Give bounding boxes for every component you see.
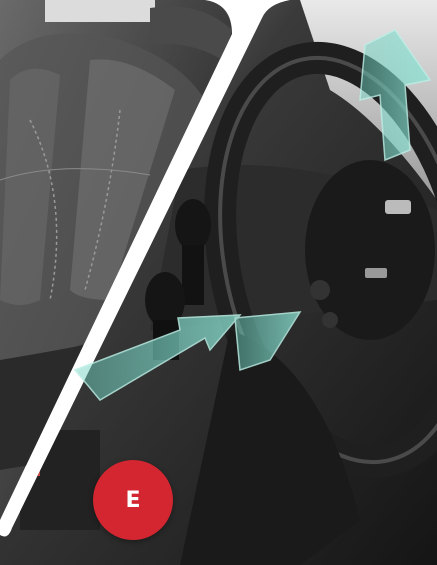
image-canvas: E — [0, 0, 437, 565]
step-e-badge[interactable]: E — [93, 460, 173, 540]
vehicle-interior-photo — [0, 0, 437, 565]
